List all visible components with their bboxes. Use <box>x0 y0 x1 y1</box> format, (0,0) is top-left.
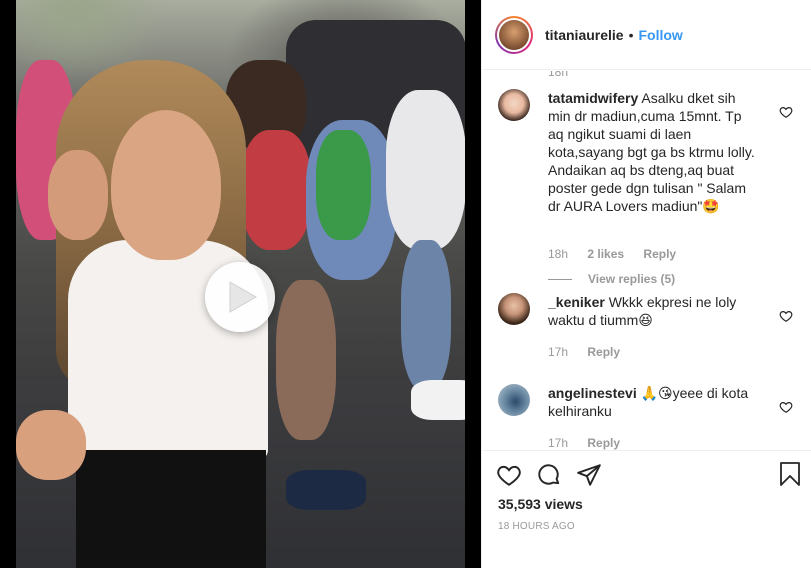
video-scene-shoe <box>411 380 465 420</box>
post-actions: 35,593 views 18 HOURS AGO <box>482 450 811 568</box>
reply-button[interactable]: Reply <box>587 436 620 450</box>
comment-meta: 18h 2 likes Reply <box>548 247 692 261</box>
video-scene-person <box>401 240 451 390</box>
post-timestamp[interactable]: 18 HOURS AGO <box>498 521 575 532</box>
bookmark-icon[interactable] <box>778 461 802 487</box>
comment-text-block: tatamidwifery Asalku dket sih min dr mad… <box>548 89 758 215</box>
share-icon[interactable] <box>576 462 602 488</box>
comments-list[interactable]: 18h tatamidwifery Asalku dket sih min dr… <box>482 71 811 450</box>
post-header: titaniaurelie • Follow <box>482 0 811 70</box>
video-scene-person <box>386 90 465 250</box>
avatar[interactable] <box>495 15 533 54</box>
view-count[interactable]: 35,593 views <box>498 496 583 512</box>
follow-button[interactable]: Follow <box>639 27 683 43</box>
comment-time-cutoff: 18h <box>548 71 569 79</box>
post-side-panel: titaniaurelie • Follow 18h tatamidwifery… <box>481 0 811 568</box>
reply-button[interactable]: Reply <box>643 247 676 261</box>
comment-time: 18h <box>548 247 569 261</box>
comment-avatar[interactable] <box>498 89 530 121</box>
video-player[interactable] <box>0 0 481 568</box>
video-scene-face <box>111 110 221 260</box>
comment-icon[interactable] <box>536 462 562 488</box>
comment-meta: 17h Reply <box>548 436 636 450</box>
avatar-inner <box>497 17 531 52</box>
video-scene-person <box>276 280 336 440</box>
instagram-post-modal: titaniaurelie • Follow 18h tatamidwifery… <box>0 0 811 568</box>
video-scene-person <box>316 130 371 240</box>
video-scene-shoe <box>286 470 366 510</box>
comment-text-block: _keniker Wkkk ekpresi ne loly waktu d ti… <box>548 293 758 329</box>
video-scene-hand <box>16 410 86 480</box>
reply-button[interactable]: Reply <box>587 345 620 359</box>
view-replies-button[interactable]: View replies (5) <box>548 272 675 286</box>
comment-avatar[interactable] <box>498 384 530 416</box>
comment-text: Asalku dket sih min dr madiun,cuma 15mnt… <box>548 90 755 214</box>
separator-dot: • <box>628 26 634 43</box>
post-username[interactable]: titaniaurelie <box>545 27 624 43</box>
comment-username[interactable]: tatamidwifery <box>548 90 638 106</box>
video-scene-person <box>241 130 311 250</box>
comment-text-block: angelinestevi 🙏😘yeee di kota kelhiranku <box>548 384 758 420</box>
comment-username[interactable]: _keniker <box>548 294 605 310</box>
video-scene-hand <box>48 150 108 240</box>
comment-username[interactable]: angelinestevi <box>548 385 637 401</box>
view-replies-label: View replies (5) <box>588 272 676 286</box>
comment-time: 17h <box>548 436 569 450</box>
comment-like-icon[interactable] <box>779 400 793 414</box>
view-replies-line <box>548 278 572 280</box>
action-icons <box>496 460 616 490</box>
comment-avatar[interactable] <box>498 293 530 325</box>
heart-icon[interactable] <box>496 462 522 488</box>
avatar-image <box>499 19 529 50</box>
comment-like-icon[interactable] <box>779 309 793 323</box>
play-icon <box>229 281 258 313</box>
comment-likes[interactable]: 2 likes <box>587 247 624 261</box>
play-button[interactable] <box>205 262 275 332</box>
comment-like-icon[interactable] <box>779 105 793 119</box>
comment-meta: 17h Reply <box>548 345 636 359</box>
video-scene-skirt <box>76 450 266 568</box>
comment-time: 17h <box>548 345 569 359</box>
